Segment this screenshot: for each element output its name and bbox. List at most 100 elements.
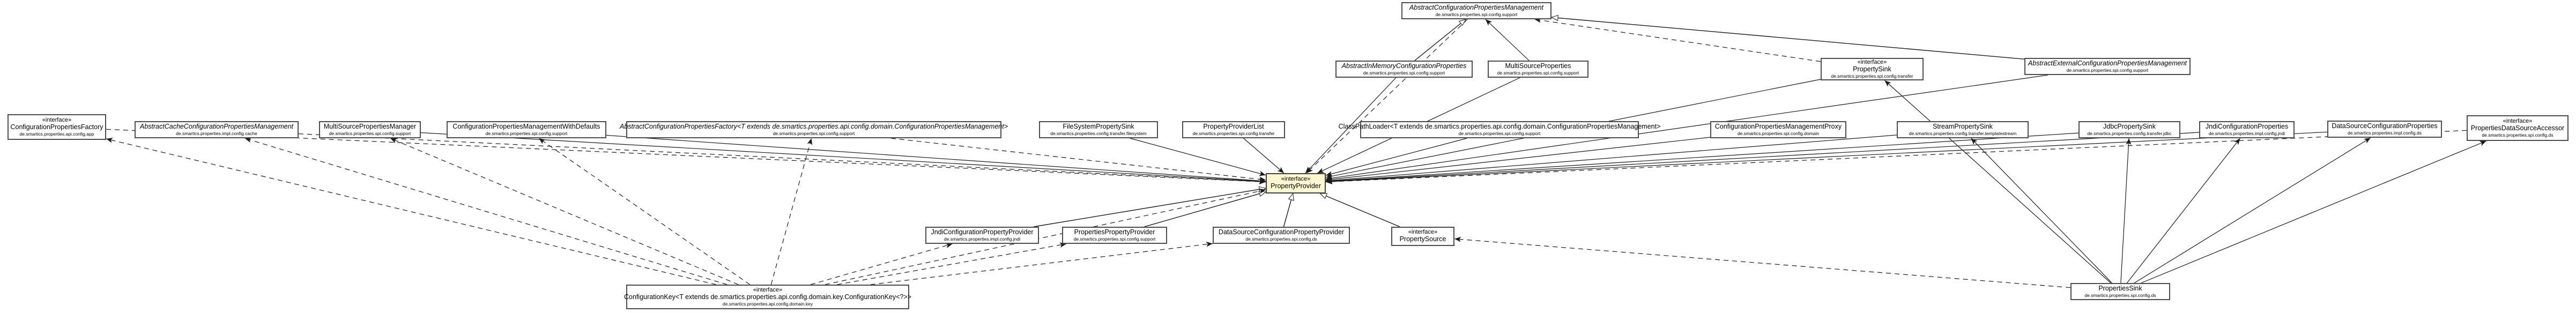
- class-node-propertyProvider[interactable]: «interface» PropertyProvider: [1266, 173, 1326, 193]
- edge-association: [1325, 131, 2328, 184]
- class-name: ClassPathLoader<T extends de.smartics.pr…: [1338, 123, 1661, 131]
- class-node-dataSourceConfigurationPropertyProvider[interactable]: DataSourceConfigurationPropertyProvider d…: [1213, 227, 1350, 244]
- edge-generalization: [1034, 188, 1266, 227]
- class-node-configurationKey[interactable]: «interface» ConfigurationKey<T extends de…: [624, 285, 911, 309]
- class-node-dataSourceConfigurationProperties[interactable]: DataSourceConfigurationProperties de.smar…: [2327, 121, 2442, 138]
- class-package: de.smartics.properties.spi.config.suppor…: [1073, 236, 1156, 242]
- class-package: de.smartics.properties.config.transfer.t…: [1909, 130, 2017, 136]
- edge-dependency: [390, 138, 739, 285]
- class-package: de.smartics.properties.spi.config.suppor…: [1497, 70, 1579, 76]
- class-package: de.smartics.properties.spi.config.suppor…: [1363, 70, 1445, 76]
- class-node-configurationPropertiesManagementProxy[interactable]: ConfigurationPropertiesManagementProxy de…: [1710, 121, 1846, 138]
- class-name: AbstractExternalConfigurationPropertiesM…: [2028, 59, 2187, 68]
- class-name: PropertyProvider: [1271, 182, 1321, 190]
- class-package: de.smartics.properties.impl.config.jndi: [2208, 130, 2285, 136]
- edge-generalization: [1283, 193, 1293, 227]
- class-name: JndiConfigurationProperties: [2205, 123, 2289, 131]
- edge-generalization: [1320, 193, 1400, 227]
- edge-layer: [106, 0, 2486, 288]
- edge-association: [2141, 140, 2486, 284]
- class-node-classPathLoader[interactable]: ClassPathLoader<T extends de.smartics.pr…: [1339, 121, 1660, 138]
- edge-association: [420, 132, 1266, 184]
- class-package: de.smartics.properties.api.config.app: [19, 131, 94, 137]
- class-package: de.smartics.properties.config.transfer.j…: [2087, 130, 2172, 136]
- class-node-abstractCacheConfigurationPropertiesManagement[interactable]: AbstractCacheConfigurationPropertiesMana…: [135, 121, 299, 138]
- edge-dependency: [810, 243, 953, 285]
- class-node-abstractConfigurationPropertiesManagement[interactable]: AbstractConfigurationPropertiesManagemen…: [1401, 2, 1551, 19]
- class-package: de.smartics.properties.impl.config.cache: [176, 130, 257, 136]
- edge-dependency: [1454, 236, 2071, 288]
- class-node-configurationPropertiesManagementWithDefaults[interactable]: ConfigurationPropertiesManagementWithDef…: [447, 121, 606, 138]
- edge-association: [1130, 138, 1266, 176]
- edge-dependency: [1534, 17, 1821, 62]
- class-name: PropertySource: [1399, 235, 1446, 243]
- class-node-streamPropertySink[interactable]: StreamPropertySink de.smartics.properties…: [1897, 121, 2029, 138]
- class-name: ConfigurationPropertiesManagementProxy: [1714, 123, 1842, 131]
- class-package: de.smartics.properties.config.transfer.f…: [1050, 130, 1147, 136]
- class-name: StreamPropertySink: [1933, 123, 1993, 131]
- class-node-propertySink[interactable]: «interface» PropertySink de.smartics.prope…: [1821, 58, 1924, 80]
- class-name: PropertiesDataSourceAccessor: [2470, 124, 2565, 132]
- class-node-configurationPropertiesFactory[interactable]: «interface» ConfigurationPropertiesFactor…: [8, 114, 106, 140]
- class-package: de.smartics.properties.spi.config.suppor…: [329, 130, 411, 136]
- edge-dependency: [1306, 19, 1468, 174]
- class-package: de.smartics.properties.spi.config.suppor…: [1435, 11, 1518, 17]
- class-package: de.smartics.properties.impl.config.jndi: [944, 236, 1021, 242]
- class-name: AbstractInMemoryConfigurationProperties: [1341, 62, 1467, 70]
- class-node-jdbcPropertySink[interactable]: JdbcPropertySink de.smartics.properties.c…: [2078, 121, 2180, 138]
- class-name: JndiConfigurationPropertyProvider: [931, 228, 1034, 236]
- class-name: PropertiesPropertyProvider: [1074, 228, 1155, 236]
- edge-association: [1325, 132, 2200, 184]
- class-package: de.smartics.properties.spi.config.suppor…: [2066, 67, 2149, 73]
- class-package: de.smartics.properties.spi.config.ds: [2482, 132, 2553, 138]
- edge-association: [1325, 137, 1711, 182]
- class-name: ConfigurationPropertiesFactory: [10, 123, 103, 131]
- class-name: AbstractConfigurationPropertiesManagemen…: [1409, 4, 1544, 12]
- class-name: ConfigurationPropertiesManagementWithDef…: [452, 123, 600, 131]
- edge-generalization: [1414, 19, 1466, 61]
- class-node-abstractInMemoryConfigurationProperties[interactable]: AbstractInMemoryConfigurationProperties d…: [1335, 61, 1473, 78]
- class-name: PropertyProviderList: [1203, 123, 1264, 131]
- edge-association: [2120, 138, 2132, 284]
- class-name: FileSystemPropertySink: [1063, 123, 1134, 131]
- edge-association: [1884, 80, 2111, 284]
- class-package: de.smartics.properties.spi.config.domain: [1737, 130, 1820, 136]
- edge-dependency: [825, 188, 1266, 285]
- class-name: MultiSourceProperties: [1505, 62, 1571, 70]
- class-node-abstractExternalConfigurationPropertiesManagement[interactable]: AbstractExternalConfigurationPropertiesM…: [2024, 58, 2191, 75]
- class-node-multiSourcePropertiesManager[interactable]: MultiSourcePropertiesManager de.smartics.…: [319, 121, 421, 138]
- class-node-propertyProviderList[interactable]: PropertyProviderList de.smartics.properti…: [1182, 121, 1285, 138]
- class-node-fileSystemPropertySink[interactable]: FileSystemPropertySink de.smartics.proper…: [1039, 121, 1158, 138]
- class-node-jndiConfigurationProperties[interactable]: JndiConfigurationProperties de.smartics.p…: [2199, 121, 2295, 138]
- edge-dependency: [298, 133, 1266, 184]
- edge-association: [2134, 137, 2371, 284]
- edge-association: [1971, 138, 2112, 284]
- class-node-propertySource[interactable]: «interface» PropertySource: [1391, 227, 1454, 246]
- class-package: de.smartics.properties.spi.config.suppor…: [1458, 130, 1541, 136]
- class-node-multiSourceProperties[interactable]: MultiSourceProperties de.smartics.propert…: [1488, 61, 1588, 78]
- class-package: de.smartics.properties.impl.config.ds: [2348, 130, 2422, 136]
- class-name: PropertiesSink: [2098, 285, 2142, 293]
- class-name: JdbcPropertySink: [2103, 123, 2156, 131]
- class-node-jndiConfigurationPropertyProvider[interactable]: JndiConfigurationPropertyProvider de.smar…: [925, 227, 1039, 244]
- edge-association: [1485, 19, 1530, 61]
- class-name: DataSourceConfigurationProperties: [2332, 122, 2438, 130]
- class-node-abstractConfigurationPropertiesFactory[interactable]: AbstractConfigurationPropertiesFactory<T…: [620, 121, 1008, 138]
- edge-association: [2127, 138, 2240, 284]
- class-package: de.smartics.properties.spi.config.ds: [2084, 292, 2156, 298]
- class-node-propertiesSink[interactable]: PropertiesSink de.smartics.properties.spi…: [2070, 283, 2170, 300]
- class-name: PropertySink: [1853, 65, 1891, 73]
- edge-generalization: [1144, 192, 1266, 227]
- class-node-propertiesDataSourceAccessor[interactable]: «interface» PropertiesDataSourceAccessor d…: [2467, 115, 2568, 141]
- class-name: MultiSourcePropertiesManager: [323, 123, 417, 131]
- class-node-propertiesPropertyProvider[interactable]: PropertiesPropertyProvider de.smartics.pr…: [1062, 227, 1167, 244]
- edge-association: [1243, 138, 1285, 174]
- class-name: AbstractConfigurationPropertiesFactory<T…: [620, 123, 1008, 131]
- uml-class-diagram: AbstractConfigurationPropertiesManagemen…: [0, 0, 2576, 313]
- edge-dependency: [538, 138, 751, 285]
- edge-dependency: [106, 137, 716, 285]
- class-name: AbstractCacheConfigurationPropertiesMana…: [139, 123, 294, 131]
- edge-dependency: [770, 138, 813, 285]
- edge-association: [1325, 138, 1467, 177]
- class-package: de.smartics.properties.spi.config.suppor…: [485, 130, 568, 136]
